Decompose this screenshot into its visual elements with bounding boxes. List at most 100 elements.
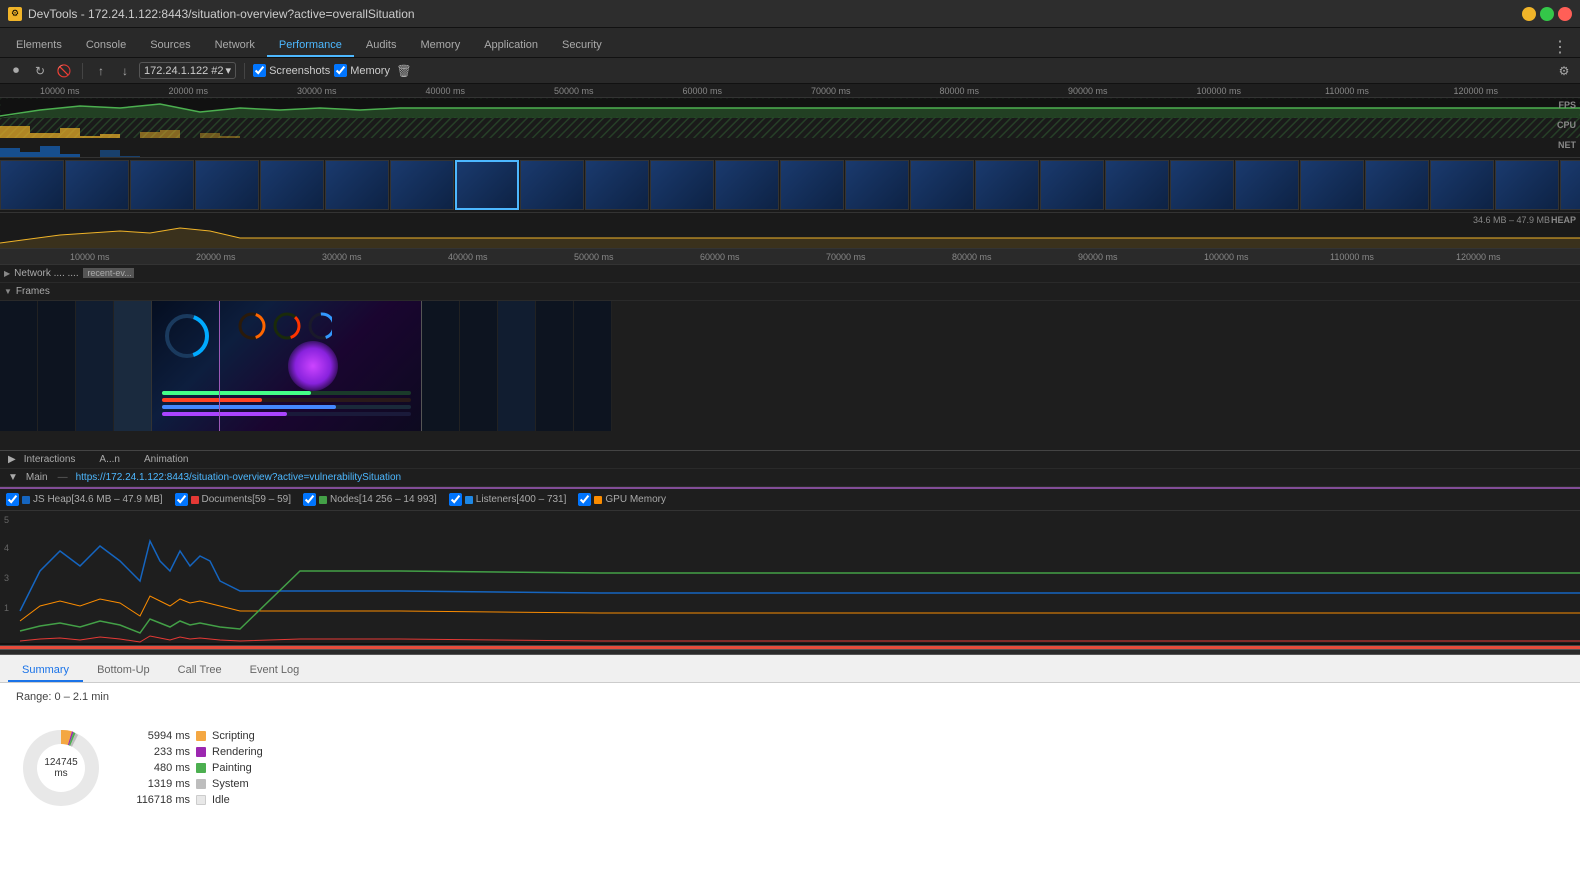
- screenshot-thumb-13[interactable]: [845, 160, 909, 210]
- listeners-check[interactable]: [449, 493, 462, 506]
- record-button[interactable]: ⏺: [6, 61, 26, 81]
- screenshot-thumb-15[interactable]: [975, 160, 1039, 210]
- ruler-0: 10000 ms: [0, 86, 167, 96]
- screenshot-thumb-24[interactable]: [1560, 160, 1580, 210]
- close-button[interactable]: [1558, 7, 1572, 21]
- more-tabs-button[interactable]: ⋮: [1544, 37, 1576, 57]
- memory-checkbox[interactable]: Memory: [334, 64, 390, 77]
- frame-screenshot[interactable]: [152, 301, 422, 431]
- screenshot-thumb-0[interactable]: [0, 160, 64, 210]
- frame-8[interactable]: [574, 301, 612, 431]
- listeners-checkbox[interactable]: Listeners[400 – 731]: [449, 493, 567, 506]
- separator-2: [244, 63, 245, 79]
- screenshot-strip[interactable]: (function() { const strip = document.que…: [0, 158, 1580, 213]
- tab-performance[interactable]: Performance: [267, 35, 354, 57]
- tab-application[interactable]: Application: [472, 35, 550, 57]
- js-heap-checkbox[interactable]: JS Heap[34.6 MB – 47.9 MB]: [6, 493, 163, 506]
- legend-rendering: 233 ms Rendering: [130, 746, 263, 758]
- frame-6[interactable]: [498, 301, 536, 431]
- legend-items: 5994 ms Scripting 233 ms Rendering 480 m…: [130, 730, 263, 806]
- frame-2[interactable]: [76, 301, 114, 431]
- nodes-checkbox[interactable]: Nodes[14 256 – 14 993]: [303, 493, 437, 506]
- screenshot-thumb-22[interactable]: [1430, 160, 1494, 210]
- interactions-expand[interactable]: ▶: [8, 454, 16, 465]
- svg-text:3: 3: [4, 573, 9, 583]
- tab-network[interactable]: Network: [203, 35, 267, 57]
- documents-check[interactable]: [175, 493, 188, 506]
- tl-ruler-0: 10000 ms: [0, 252, 194, 262]
- tab-sources[interactable]: Sources: [138, 35, 202, 57]
- maximize-button[interactable]: [1540, 7, 1554, 21]
- screenshot-thumb-18[interactable]: [1170, 160, 1234, 210]
- settings-button[interactable]: ⚙: [1554, 61, 1574, 81]
- screenshot-thumb-12[interactable]: [780, 160, 844, 210]
- screenshot-thumb-3[interactable]: [195, 160, 259, 210]
- minimize-button[interactable]: [1522, 7, 1536, 21]
- screenshot-thumb-23[interactable]: [1495, 160, 1559, 210]
- frames-area[interactable]: [0, 301, 1580, 451]
- screenshot-thumb-9[interactable]: [585, 160, 649, 210]
- screenshot-thumb-4[interactable]: [260, 160, 324, 210]
- documents-checkbox[interactable]: Documents[59 – 59]: [175, 493, 292, 506]
- screenshot-thumb-21[interactable]: [1365, 160, 1429, 210]
- gpu-memory-checkbox[interactable]: GPU Memory: [578, 493, 666, 506]
- fps-chart: [0, 98, 1580, 118]
- screenshot-thumb-7[interactable]: [455, 160, 519, 210]
- memory-check-input[interactable]: [334, 64, 347, 77]
- frame-5[interactable]: [460, 301, 498, 431]
- bottom-panel: Summary Bottom-Up Call Tree Event Log Ra…: [0, 655, 1580, 885]
- tab-audits[interactable]: Audits: [354, 35, 409, 57]
- main-url: https://172.24.1.122:8443/situation-over…: [76, 472, 401, 483]
- tab-memory[interactable]: Memory: [408, 35, 472, 57]
- screenshot-thumb-17[interactable]: [1105, 160, 1169, 210]
- reload-button[interactable]: ↻: [30, 61, 50, 81]
- screenshot-thumb-2[interactable]: [130, 160, 194, 210]
- tab-summary[interactable]: Summary: [8, 660, 83, 682]
- screenshot-thumb-5[interactable]: [325, 160, 389, 210]
- progress-bars: [162, 391, 411, 416]
- screenshot-thumb-20[interactable]: [1300, 160, 1364, 210]
- tl-ruler-5: 60000 ms: [698, 252, 824, 262]
- screenshot-thumb-11[interactable]: [715, 160, 779, 210]
- screenshot-thumb-14[interactable]: [910, 160, 974, 210]
- nodes-check[interactable]: [303, 493, 316, 506]
- ruler-4: 50000 ms: [552, 86, 681, 96]
- tab-elements[interactable]: Elements: [4, 35, 74, 57]
- frame-7[interactable]: [536, 301, 574, 431]
- clear-button[interactable]: 🚫: [54, 61, 74, 81]
- pie-chart: 124745 ms: [16, 723, 106, 813]
- screenshot-thumb-8[interactable]: [520, 160, 584, 210]
- frames-label: Frames: [16, 286, 136, 297]
- frame-1[interactable]: [38, 301, 76, 431]
- main-expand[interactable]: ▼: [8, 472, 18, 483]
- bottom-tabs: Summary Bottom-Up Call Tree Event Log: [0, 655, 1580, 683]
- tl-ruler-3: 40000 ms: [446, 252, 572, 262]
- tab-console[interactable]: Console: [74, 35, 138, 57]
- screenshot-thumb-16[interactable]: [1040, 160, 1104, 210]
- network-expand[interactable]: ▶: [4, 269, 10, 278]
- tab-bottomup[interactable]: Bottom-Up: [83, 660, 164, 682]
- tab-security[interactable]: Security: [550, 35, 614, 57]
- screenshots-checkbox[interactable]: Screenshots: [253, 64, 330, 77]
- delete-button[interactable]: 🗑: [394, 61, 414, 81]
- frames-expand[interactable]: ▼: [4, 287, 12, 296]
- gpu-memory-dot: [594, 496, 602, 504]
- profile-selector[interactable]: 172.24.1.122 #2 ▾: [139, 62, 236, 79]
- screenshot-thumb-19[interactable]: [1235, 160, 1299, 210]
- download-button[interactable]: ↓: [115, 61, 135, 81]
- screenshot-thumb-10[interactable]: [650, 160, 714, 210]
- network-label: Network .... .... recent-ev... 172....: [14, 268, 134, 279]
- frame-4[interactable]: [422, 301, 460, 431]
- animation-label: A...n: [99, 454, 120, 465]
- tab-calltree[interactable]: Call Tree: [164, 660, 236, 682]
- frame-3[interactable]: [114, 301, 152, 431]
- frame-0[interactable]: [0, 301, 38, 431]
- js-heap-check[interactable]: [6, 493, 19, 506]
- gpu-memory-check[interactable]: [578, 493, 591, 506]
- tab-eventlog[interactable]: Event Log: [236, 660, 314, 682]
- screenshot-thumb-1[interactable]: [65, 160, 129, 210]
- heap-area: HEAP 34.6 MB – 47.9 MB: [0, 213, 1580, 249]
- screenshot-thumb-6[interactable]: [390, 160, 454, 210]
- upload-button[interactable]: ↑: [91, 61, 111, 81]
- screenshots-check-input[interactable]: [253, 64, 266, 77]
